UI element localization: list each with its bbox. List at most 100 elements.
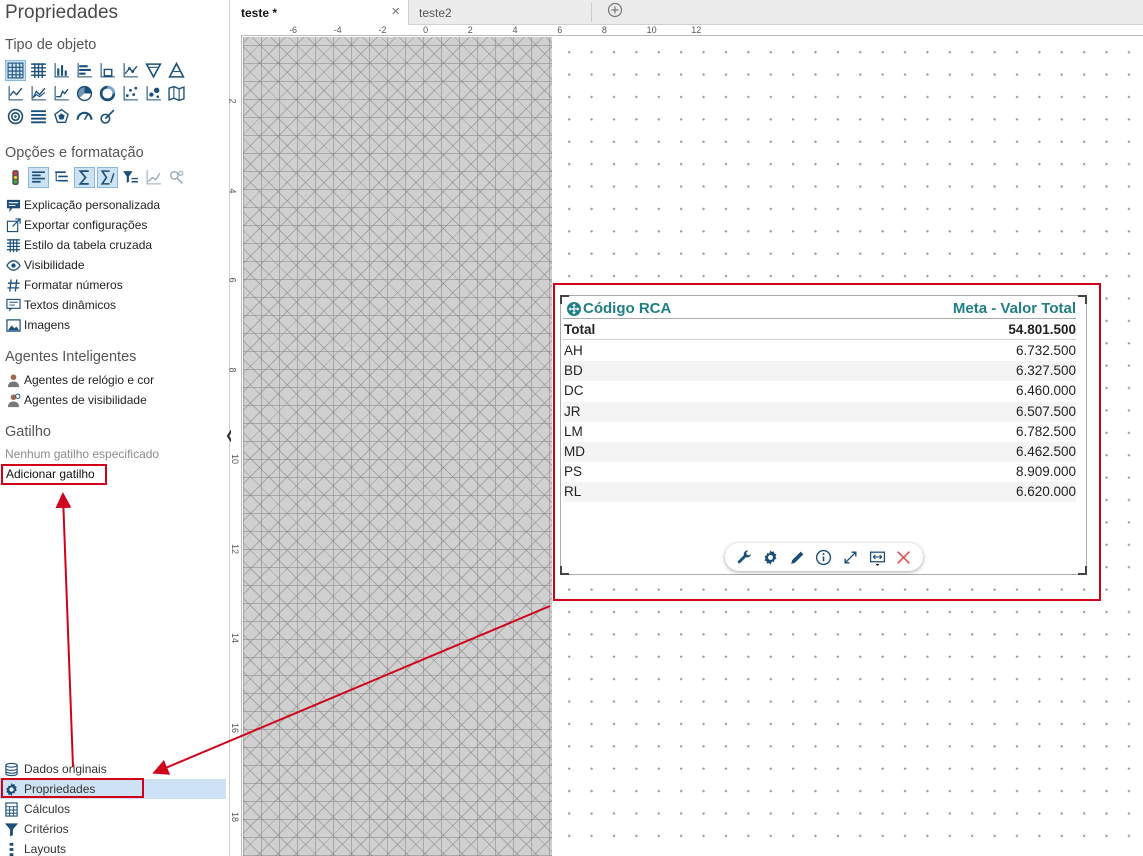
rca-code: AH [564,343,583,358]
link-label: Formatar números [24,278,123,292]
export-icon [5,217,21,233]
close-tab-icon[interactable]: × [391,3,400,20]
target-icon[interactable] [5,106,26,127]
rca-code: JR [564,403,581,419]
link-image[interactable]: Imagens [5,316,70,334]
move-icon[interactable] [566,301,582,317]
tab-label: teste2 [419,5,452,20]
layout-icon [4,842,19,856]
pie-chart-icon[interactable] [74,83,95,104]
close-icon[interactable] [894,547,914,567]
add-trigger-link[interactable]: Adicionar gatilho [1,464,107,485]
table-row: LM 6.782.500 [563,422,1076,442]
table-row: PS 8.909.000 [563,462,1076,482]
ruler-label: 2 [467,25,473,35]
link-label: Agentes de visibilidade [24,393,147,407]
column-header-code[interactable]: Código RCA [583,300,671,317]
rca-code: DC [564,383,584,399]
horizontal-bar-icon[interactable] [74,60,95,81]
comment-icon [5,197,21,213]
add-tab-icon[interactable] [607,2,623,23]
sum-icon[interactable] [74,167,95,188]
object-type-row [5,60,187,81]
table-row: RL 6.620.000 [563,482,1076,503]
tab-divider [591,3,592,22]
horizontal-ruler: -6 -4 -2 0 2 4 6 8 10 12 [241,25,1143,36]
line-bar-icon[interactable] [120,60,141,81]
object-type-title: Tipo de objeto [5,37,97,53]
funnel-icon[interactable] [143,60,164,81]
crosstab-icon[interactable] [5,60,26,81]
link-label: Estilo da tabela cruzada [24,238,153,252]
nav-filter[interactable]: Critérios [0,819,226,839]
link-dynamic-text[interactable]: Textos dinâmicos [5,296,116,314]
ruler-label: 12 [691,25,702,35]
link-agent-visibility[interactable]: Agentes de visibilidade [5,391,147,409]
trigger-title: Gatilho [5,424,51,440]
list-icon[interactable] [28,106,49,127]
nav-label: Cálculos [24,802,71,816]
crosstab-widget[interactable]: Código RCA Meta - Valor Total Total 54.8… [560,295,1087,575]
wrench-icon[interactable] [734,547,754,567]
info-icon[interactable] [814,547,834,567]
nav-label: Layouts [24,842,67,856]
align-icon[interactable] [28,167,49,188]
area-bar-icon[interactable] [97,60,118,81]
resize-icon[interactable] [867,547,887,567]
area-chart-icon[interactable] [28,83,49,104]
object-type-row [5,83,187,104]
gear-icon[interactable] [761,547,781,567]
link-eye[interactable]: Visibilidade [5,256,85,274]
link-grid-style[interactable]: Estilo da tabela cruzada [5,236,152,254]
eye-icon [5,257,21,273]
nav-calculator[interactable]: Cálculos [0,799,226,819]
tab-teste2[interactable]: teste2 [409,0,589,25]
panel-title: Propriedades [5,2,119,23]
table-icon[interactable] [28,60,49,81]
resize-handle[interactable] [1078,566,1087,575]
link-label: Agentes de relógio e cor [24,373,155,387]
resize-handle[interactable] [1078,295,1087,304]
tab-teste[interactable]: teste * × [231,0,409,25]
map-icon[interactable] [166,83,187,104]
link-label: Exportar configurações [24,218,148,232]
pyramid-icon[interactable] [166,60,187,81]
no-trigger-text: Nenhum gatilho especificado [5,447,160,461]
link-export[interactable]: Exportar configurações [5,216,147,234]
filter-list-icon[interactable] [120,167,141,188]
link-hash[interactable]: Formatar números [5,276,123,294]
resize-handle[interactable] [560,566,569,575]
gauge-icon[interactable] [74,106,95,127]
ruler-label: 0 [423,25,429,35]
expand-icon[interactable] [841,547,861,567]
scatter-icon[interactable] [120,83,141,104]
donut-chart-icon[interactable] [97,83,118,104]
database-icon [4,762,19,777]
agent-visibility-icon [5,392,21,408]
trend-icon[interactable] [143,167,164,188]
meter-icon[interactable] [97,106,118,127]
stacked-area-icon[interactable] [51,83,72,104]
properties-panel: Propriedades Tipo de objeto Opções e for… [0,0,230,856]
ruler-label: 10 [230,453,241,465]
radar-icon[interactable] [51,106,72,127]
bar-chart-icon[interactable] [51,60,72,81]
hash-icon [5,277,21,293]
nav-database[interactable]: Dados originais [0,759,226,779]
nav-layout[interactable]: Layouts [0,839,226,856]
column-header-meta[interactable]: Meta - Valor Total [953,300,1076,317]
pencil-icon[interactable] [787,547,807,567]
hierarchy-icon[interactable] [51,167,72,188]
link-comment[interactable]: Explicação personalizada [5,196,160,214]
traffic-light-icon[interactable] [5,167,26,188]
link-agent-clock[interactable]: Agentes de relógio e cor [5,371,154,389]
table-row: BD 6.327.500 [563,361,1076,382]
ruler-label: 4 [227,187,238,194]
bubble-icon[interactable] [143,83,164,104]
line-chart-icon[interactable] [5,83,26,104]
subtotal-icon[interactable] [97,167,118,188]
settings-small-icon[interactable] [166,167,187,188]
total-row: Total 54.801.500 [563,320,1076,340]
rca-code: MD [564,444,585,459]
meta-value: 6.460.000 [1015,383,1076,399]
